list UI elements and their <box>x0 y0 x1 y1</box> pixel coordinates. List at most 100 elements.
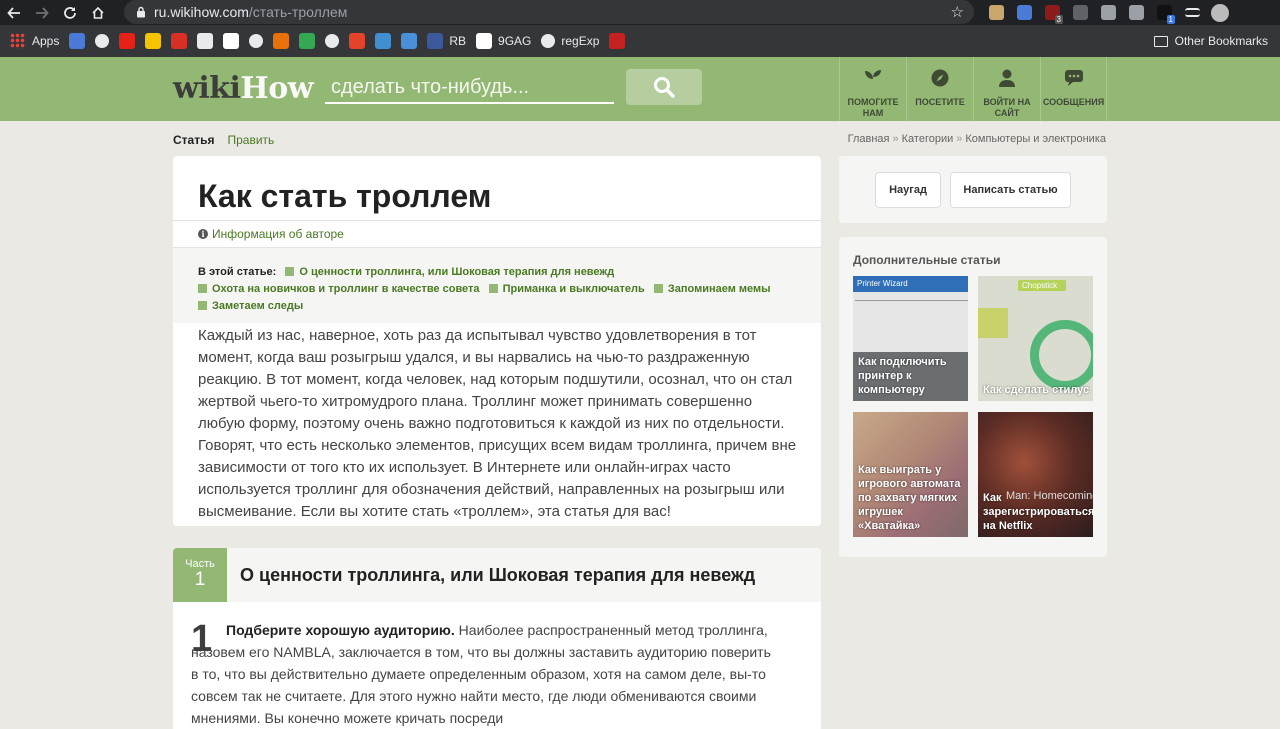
toc-link[interactable]: Запоминаем мемы <box>653 283 771 295</box>
nav-label: ПОСЕТИТЕ <box>915 97 965 107</box>
ublock-ext-icon[interactable]: 3 <box>1038 0 1066 25</box>
bookmark-globe[interactable] <box>95 25 110 57</box>
related-caption: Как подключить принтер к компьютеру <box>858 356 947 396</box>
user-icon <box>996 67 1018 89</box>
translate-ext-icon[interactable] <box>1010 0 1038 25</box>
playlist-icon[interactable] <box>1178 0 1206 25</box>
youtube-icon <box>119 33 136 49</box>
cube-ext-icon[interactable]: 1 <box>1150 0 1178 25</box>
nav-messages[interactable]: СООБЩЕНИЯ <box>1040 57 1107 121</box>
chat-icon <box>1063 67 1085 89</box>
drop-icon <box>375 33 392 49</box>
related-caption: Как сделать стилус <box>983 384 1090 396</box>
nav-label: ПОМОГИТЕ НАМ <box>847 97 899 118</box>
nav-explore[interactable]: ПОСЕТИТЕ <box>906 57 973 121</box>
flag-icon <box>427 33 444 49</box>
home-button[interactable] <box>84 0 112 25</box>
toc-bullet-icon <box>653 284 663 293</box>
bookmark-drive[interactable] <box>299 25 316 57</box>
bookmark-globe2[interactable] <box>249 25 264 57</box>
related-article-netflix[interactable]: Man: Homecoming Как зарегистрироваться н… <box>978 412 1093 537</box>
info-icon: i <box>198 229 208 239</box>
bookmark-github[interactable] <box>325 25 340 57</box>
bookmark-label: Apps <box>32 34 60 48</box>
search-field[interactable] <box>325 72 614 104</box>
bookmark-label: regExp <box>561 34 600 48</box>
bookmark-flag[interactable]: RB <box>427 25 466 57</box>
bookmark-label: 9GAG <box>498 34 532 48</box>
bookmark-translate[interactable] <box>69 25 86 57</box>
nav-login[interactable]: ВОЙТИ НА САЙТ <box>973 57 1040 121</box>
random-article-button[interactable]: Наугад <box>875 172 941 208</box>
toc-label: В этой статье: <box>198 266 277 278</box>
grid-orange-icon <box>273 33 290 49</box>
toc-bullet-icon <box>198 301 207 310</box>
breadcrumb: Главная» Категории» Компьютеры и электрони… <box>847 133 1106 145</box>
edit-ext-icon[interactable] <box>1122 0 1150 25</box>
bookmark-wave[interactable] <box>401 25 418 57</box>
globe-icon <box>95 34 110 48</box>
search-button[interactable] <box>626 69 702 105</box>
search-input[interactable] <box>331 75 614 99</box>
translate-icon <box>69 33 86 49</box>
breadcrumb-home[interactable]: Главная <box>848 133 890 145</box>
divider <box>173 220 821 221</box>
other-bookmarks[interactable]: Other Bookmarks <box>1153 25 1268 57</box>
bookmark-9gag[interactable]: 9GAG <box>476 25 531 57</box>
bookmark-gitlab[interactable] <box>349 25 366 57</box>
wikihow-logo[interactable]: wikiHow <box>173 71 314 106</box>
part-number: 1 <box>194 569 206 590</box>
toc-link[interactable]: Приманка и выключатель <box>488 283 645 295</box>
bookmark-github2[interactable]: regExp <box>541 25 599 57</box>
reload-icon <box>64 6 76 19</box>
bookmark-drop[interactable] <box>375 25 392 57</box>
crosshair-ext-icon[interactable] <box>1066 0 1094 25</box>
address-bar[interactable]: ru.wikihow.com/стать-троллем ☆ <box>124 0 974 24</box>
part-header: Часть 1 О ценности троллинга, или Шокова… <box>173 548 821 602</box>
bookmark-grid-orange[interactable] <box>273 25 290 57</box>
gitlab-icon <box>349 33 366 49</box>
profile-avatar[interactable] <box>1206 0 1234 25</box>
target-ext-icon[interactable] <box>1094 0 1122 25</box>
bookmark-apps-grid[interactable]: Apps <box>10 25 59 57</box>
related-title: Дополнительные статьи <box>853 253 1001 267</box>
github2-icon <box>541 34 556 48</box>
medium-icon <box>223 33 240 49</box>
page-title: Как стать троллем <box>198 178 492 214</box>
author-info-link[interactable]: i Информация об авторе <box>198 227 344 241</box>
drive-icon <box>299 33 316 49</box>
header-nav: ПОМОГИТЕ НАМ ПОСЕТИТЕ ВОЙТИ НА САЙТ СООБЩЕН… <box>839 57 1107 121</box>
step-heading: Подберите хорошую аудиторию. <box>226 622 455 638</box>
related-article-claw-machine[interactable]: Как выиграть у игрового автомата по захв… <box>853 412 968 537</box>
bookmark-ch[interactable] <box>145 25 162 57</box>
extensions-area: 31 <box>982 0 1234 25</box>
toc-link[interactable]: Заметаем следы <box>198 300 303 312</box>
forward-button[interactable] <box>28 0 56 25</box>
bookmark-star-icon[interactable]: ☆ <box>951 3 964 21</box>
bookmark-picture[interactable] <box>609 25 626 57</box>
toc-link[interactable]: Охота на новичков и троллинг в качестве … <box>198 283 480 295</box>
figure-icon <box>171 33 188 49</box>
apps-grid-icon <box>10 33 26 49</box>
nav-help-us[interactable]: ПОМОГИТЕ НАМ <box>839 57 906 121</box>
bookmark-medium[interactable] <box>223 25 240 57</box>
breadcrumb-computers[interactable]: Компьютеры и электроника <box>965 133 1106 145</box>
tab-article[interactable]: Статья <box>173 133 214 147</box>
write-article-button[interactable]: Написать статью <box>950 172 1071 208</box>
forward-arrow-icon <box>36 6 49 19</box>
related-article-printer[interactable]: Printer Wizard Как подключить принтер к … <box>853 276 968 401</box>
breadcrumb-categories[interactable]: Категории <box>902 133 954 145</box>
cube-icon <box>197 33 214 49</box>
toc-link[interactable]: О ценности троллинга, или Шоковая терапи… <box>285 266 614 278</box>
toc-bullet-icon <box>285 267 295 276</box>
folder-ext-icon[interactable] <box>982 0 1010 25</box>
reload-button[interactable] <box>56 0 84 25</box>
bookmark-cube[interactable] <box>197 25 214 57</box>
nav-label: СООБЩЕНИЯ <box>1042 97 1105 107</box>
tab-edit[interactable]: Править <box>227 133 274 147</box>
picture-icon <box>609 33 626 49</box>
related-article-stylus[interactable]: Chopstick Как сделать стилус <box>978 276 1093 401</box>
bookmark-youtube[interactable] <box>119 25 136 57</box>
bookmark-figure[interactable] <box>171 25 188 57</box>
back-button[interactable] <box>0 0 28 25</box>
